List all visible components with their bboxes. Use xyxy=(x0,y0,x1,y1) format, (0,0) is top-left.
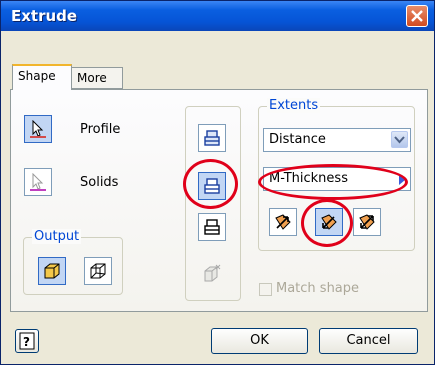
surface-box-icon xyxy=(90,263,106,279)
tab-shape-label: Shape xyxy=(18,69,56,83)
extents-type-value: Distance xyxy=(269,132,326,147)
extents-type-select[interactable]: Distance xyxy=(263,128,411,152)
cursor-arrow-icon xyxy=(30,120,46,138)
intersect-icon xyxy=(204,219,220,235)
symmetric-icon xyxy=(359,214,375,230)
profile-label: Profile xyxy=(80,121,121,137)
output-solid-button[interactable] xyxy=(38,257,66,285)
distance-value: M-Thickness xyxy=(269,171,348,186)
ok-button[interactable]: OK xyxy=(211,328,308,354)
join-icon xyxy=(204,130,220,146)
solids-row: Solids xyxy=(24,168,118,196)
solids-button[interactable] xyxy=(24,168,52,196)
match-shape-checkbox[interactable] xyxy=(259,283,272,296)
direction-1-icon xyxy=(275,214,291,230)
intersect-button[interactable] xyxy=(198,213,226,241)
dropdown-button[interactable] xyxy=(391,131,408,148)
cancel-button-label: Cancel xyxy=(346,333,391,348)
profile-button[interactable] xyxy=(24,115,52,143)
chevron-right-icon xyxy=(399,175,405,185)
help-icon: ? xyxy=(19,332,35,350)
solids-label: Solids xyxy=(80,174,119,190)
tab-more[interactable]: More xyxy=(71,67,123,89)
direction-1-button[interactable] xyxy=(269,208,297,236)
match-shape-label: Match shape xyxy=(276,281,360,296)
join-button[interactable] xyxy=(198,124,226,152)
distance-input[interactable]: M-Thickness xyxy=(263,167,411,191)
solid-box-icon xyxy=(44,263,60,279)
profile-row: Profile xyxy=(24,115,120,143)
direction-2-button[interactable] xyxy=(315,208,343,236)
tab-shape[interactable]: Shape xyxy=(12,64,72,90)
extents-legend: Extents xyxy=(267,98,321,113)
output-legend: Output xyxy=(32,229,82,244)
ok-button-label: OK xyxy=(250,333,269,348)
help-button[interactable]: ? xyxy=(15,329,39,353)
cut-icon xyxy=(204,178,220,194)
output-surface-button[interactable] xyxy=(84,257,112,285)
close-icon xyxy=(411,10,423,22)
new-solid-icon xyxy=(204,264,221,282)
cursor-arrow-icon xyxy=(30,173,46,191)
extrude-dialog: Extrude Shape More Profile Solids Output… xyxy=(0,0,435,365)
symmetric-button[interactable] xyxy=(353,208,381,236)
tab-more-label: More xyxy=(77,71,107,85)
direction-2-icon xyxy=(321,214,337,230)
cut-button[interactable] xyxy=(198,172,226,200)
chevron-down-icon xyxy=(394,136,405,144)
dialog-title: Extrude xyxy=(11,7,78,25)
svg-text:?: ? xyxy=(23,335,30,349)
new-solid-button[interactable] xyxy=(198,259,226,287)
title-bar[interactable]: Extrude xyxy=(1,1,434,31)
close-button[interactable] xyxy=(406,5,428,27)
cancel-button[interactable]: Cancel xyxy=(319,328,418,354)
